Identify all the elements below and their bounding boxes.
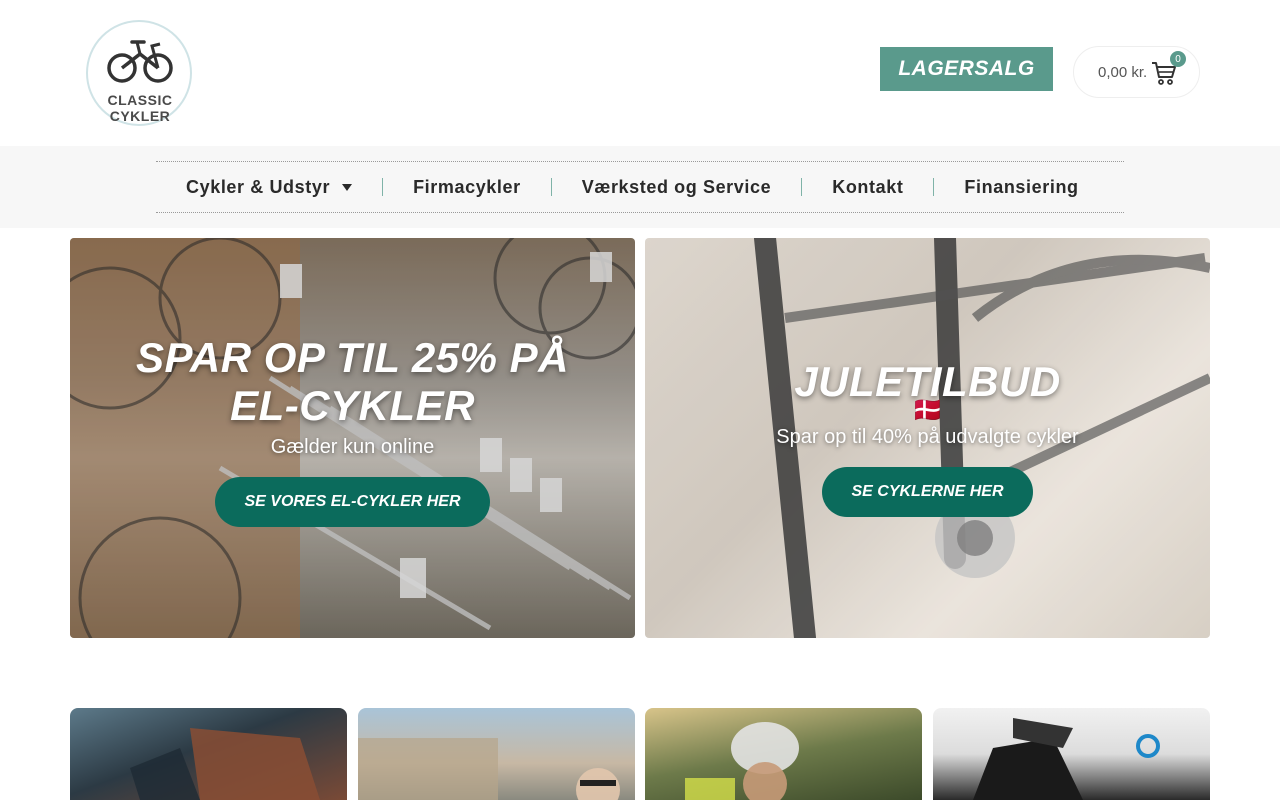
cart-button[interactable]: 0,00 kr. 0 xyxy=(1073,46,1200,98)
chevron-down-icon xyxy=(342,183,353,191)
category-tile-4[interactable] xyxy=(933,708,1210,800)
banner-subtitle: Gælder kun online xyxy=(270,436,435,458)
site-logo[interactable]: CLASSIC CYKLER xyxy=(80,18,200,128)
se-cyklerne-button[interactable]: SE CYKLERNE HER xyxy=(822,467,1033,517)
category-tile-1[interactable] xyxy=(70,708,347,800)
se-el-cykler-button[interactable]: SE VORES EL-CYKLER HER xyxy=(215,477,490,527)
category-tile-3[interactable] xyxy=(645,708,922,800)
cart-count-badge: 0 xyxy=(1170,51,1186,67)
nav-item-finansiering[interactable]: Finansiering xyxy=(934,177,1108,198)
cart-total: 0,00 kr. xyxy=(1098,63,1148,81)
el-cykler-banner[interactable]: SPAR OP TIL 25% PÅ EL-CYKLER Gælder kun … xyxy=(70,238,635,638)
lagersalg-button[interactable]: LAGERSALG xyxy=(880,47,1053,91)
nav-item-vaerksted-service[interactable]: Værksted og Service xyxy=(552,177,801,198)
category-image xyxy=(685,722,799,800)
banner-title-line1: SPAR OP TIL 25% PÅ xyxy=(136,334,569,381)
danish-flag-icon: 🇩🇰 xyxy=(912,397,943,424)
nav-item-label: Cykler & Udstyr xyxy=(186,176,331,197)
site-header: CLASSIC CYKLER LAGERSALG 0,00 kr. 0 xyxy=(0,0,1280,146)
nav-item-cykler-udstyr[interactable]: Cykler & Udstyr xyxy=(156,177,382,198)
category-tile-2[interactable] xyxy=(358,708,635,800)
category-image xyxy=(973,718,1160,800)
category-image xyxy=(358,738,620,800)
nav-menu: Cykler & Udstyr Firmacykler Værksted og … xyxy=(156,161,1124,213)
banner-content: JULETILBUD 🇩🇰 Spar op til 40% på udvalgt… xyxy=(645,358,1210,517)
main-navigation: Cykler & Udstyr Firmacykler Værksted og … xyxy=(0,146,1280,228)
nav-item-firmacykler[interactable]: Firmacykler xyxy=(383,177,551,198)
logo-text: CLASSIC CYKLER xyxy=(107,92,173,124)
nav-item-kontakt[interactable]: Kontakt xyxy=(802,177,933,198)
category-image xyxy=(130,728,320,800)
bicycle-logo-icon xyxy=(107,40,173,83)
juletilbud-banner[interactable]: JULETILBUD 🇩🇰 Spar op til 40% på udvalgt… xyxy=(645,238,1210,638)
banner-content: SPAR OP TIL 25% PÅ EL-CYKLER Gælder kun … xyxy=(70,334,635,527)
banner-title-line2: EL-CYKLER xyxy=(230,382,475,429)
banner-subtitle: Spar op til 40% på udvalgte cykler xyxy=(776,426,1079,448)
